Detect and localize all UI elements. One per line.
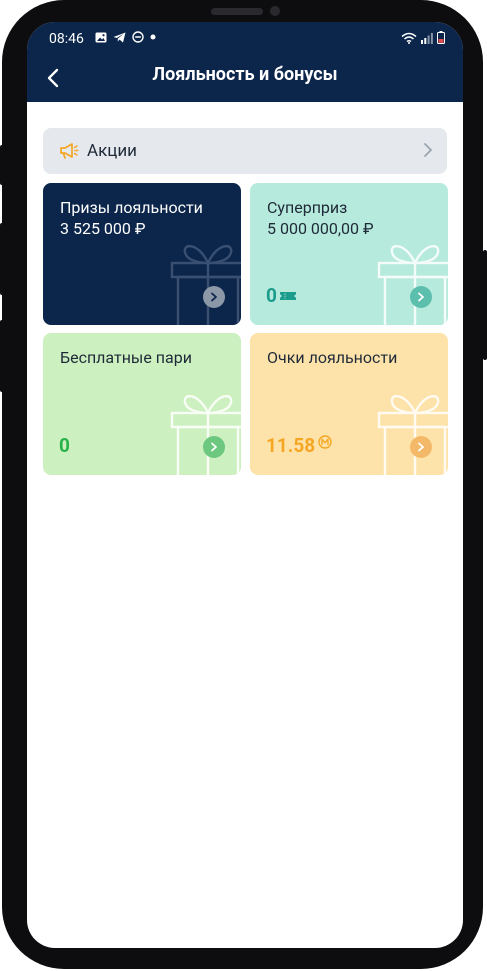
card-value: 0 <box>59 434 70 457</box>
card-amount: 3 525 000 ₽ <box>60 219 146 238</box>
card-value-text: 0 <box>266 284 277 307</box>
card-arrow-button[interactable] <box>203 436 225 458</box>
card-title: Бесплатные пари <box>60 348 192 367</box>
card-value: 0 <box>266 284 296 307</box>
app-header: 08:46 Лояльность и бонусы <box>27 22 463 102</box>
card-free-bets[interactable]: Бесплатные пари 0 <box>43 333 241 475</box>
card-title: Очки лояльности <box>267 348 398 367</box>
promotions-row[interactable]: Акции <box>43 128 447 174</box>
gift-icon <box>377 395 448 475</box>
wifi-icon <box>401 32 417 44</box>
volume-down-key <box>0 223 4 295</box>
card-value: 11.58 <box>266 434 332 457</box>
signal-icon <box>421 32 433 44</box>
gallery-icon <box>95 32 107 42</box>
megaphone-icon <box>60 143 79 159</box>
ticket-icon <box>279 291 296 300</box>
gift-icon <box>170 245 241 325</box>
do-not-disturb-icon <box>132 31 144 43</box>
screen: 08:46 Лояльность и бонусы Акции Призы ло… <box>27 22 463 948</box>
phone-frame: 08:46 Лояльность и бонусы Акции Призы ло… <box>2 0 483 969</box>
card-value-text: 0 <box>59 434 70 457</box>
gift-icon <box>377 245 448 325</box>
chevron-right-icon <box>418 292 424 302</box>
card-value-text: 11.58 <box>266 434 316 457</box>
promotions-label: Акции <box>87 141 137 161</box>
telegram-icon <box>113 32 126 42</box>
card-arrow-button[interactable] <box>203 286 225 308</box>
notification-dot-icon <box>150 34 156 40</box>
battery-icon <box>437 31 445 44</box>
card-title: Суперприз <box>267 198 348 217</box>
front-camera <box>270 6 280 16</box>
card-superprize[interactable]: Суперприз 5 000 000,00 ₽ 0 <box>250 183 448 325</box>
chevron-right-icon <box>418 442 424 452</box>
speaker <box>211 8 263 15</box>
volume-up-key <box>0 145 4 185</box>
bixby-key <box>0 320 4 392</box>
chevron-right-icon <box>424 143 432 157</box>
card-amount: 5 000 000,00 ₽ <box>267 219 374 238</box>
status-time: 08:46 <box>49 31 84 47</box>
points-coin-icon <box>318 434 332 449</box>
chevron-right-icon <box>211 442 217 452</box>
chevron-right-icon <box>211 292 217 302</box>
card-arrow-button[interactable] <box>410 286 432 308</box>
status-notification-icons <box>95 31 156 43</box>
gift-icon <box>170 395 241 475</box>
status-system-icons <box>401 31 445 44</box>
card-loyalty-prizes[interactable]: Призы лояльности 3 525 000 ₽ <box>43 183 241 325</box>
card-title: Призы лояльности <box>60 198 203 217</box>
power-key <box>483 250 487 360</box>
card-loyalty-points[interactable]: Очки лояльности 11.58 <box>250 333 448 475</box>
card-arrow-button[interactable] <box>410 436 432 458</box>
page-title: Лояльность и бонусы <box>152 64 338 85</box>
